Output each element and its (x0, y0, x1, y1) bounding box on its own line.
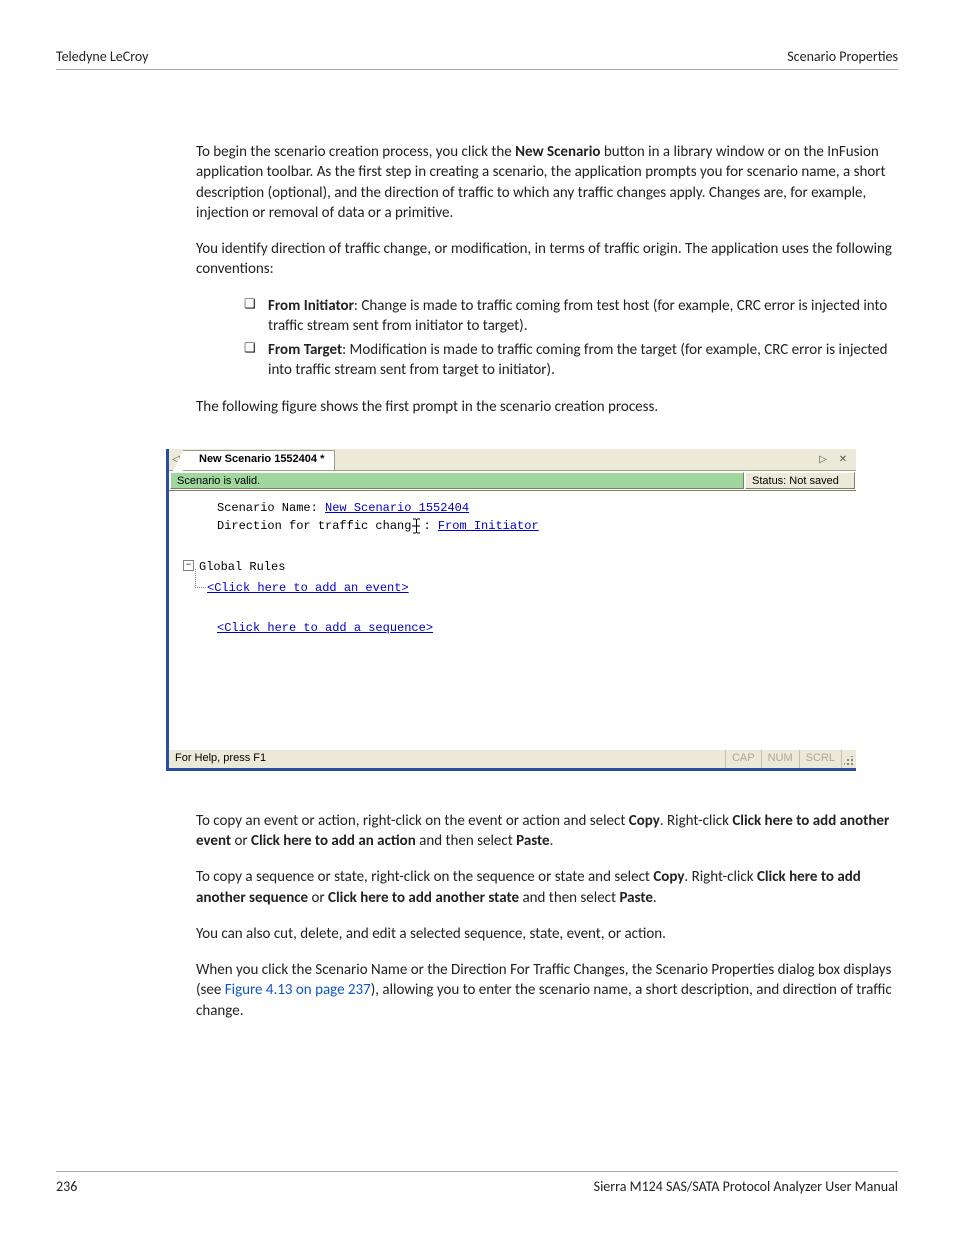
tab-bar: ◁ New Scenario 1552404 * ▷ ✕ (169, 449, 856, 471)
text-bold: Click here to add another state (328, 889, 519, 907)
header-right: Scenario Properties (787, 48, 898, 65)
text: To begin the scenario creation process, … (196, 143, 515, 161)
text-cursor-icon (411, 519, 423, 533)
paragraph: You can also cut, delete, and edit a sel… (196, 924, 898, 944)
bullet-list: From Initiator: Change is made to traffi… (196, 296, 898, 381)
text: : Change is made to traffic coming from … (268, 297, 887, 335)
text-bold: Paste (619, 889, 652, 907)
text-bold: New Scenario (515, 143, 600, 161)
validity-status: Scenario is valid. (170, 472, 744, 489)
body-column: To copy an event or action, right-click … (196, 811, 898, 1021)
text-bold: From Target (268, 341, 342, 359)
app-window: ◁ New Scenario 1552404 * ▷ ✕ Scenario is… (166, 449, 856, 771)
paragraph: When you click the Scenario Name or the … (196, 960, 898, 1021)
header-left: Teledyne LeCroy (56, 48, 149, 65)
manual-page: Teledyne LeCroy Scenario Properties To b… (0, 0, 954, 1235)
text: or (231, 832, 251, 850)
scroll-indicator: SCRL (800, 750, 842, 768)
paragraph: To copy an event or action, right-click … (196, 811, 898, 852)
paragraph: The following figure shows the first pro… (196, 397, 898, 417)
figure-cross-reference[interactable]: Figure 4.13 on page 237 (225, 981, 371, 999)
direction-label: Direction for traffic chang (217, 519, 411, 533)
num-indicator: NUM (762, 750, 800, 768)
status-row: Scenario is valid. Status: Not saved (169, 471, 856, 491)
direction-label-colon: : (423, 519, 437, 533)
save-status: Status: Not saved (745, 472, 855, 489)
text: or (308, 889, 328, 907)
paragraph: To copy a sequence or state, right-click… (196, 867, 898, 908)
global-rules-node: − Global Rules <Click here to add an eve… (199, 558, 844, 597)
list-item: From Initiator: Change is made to traffi… (268, 296, 898, 337)
text: . (653, 889, 657, 907)
scenario-editor: Scenario Name: New Scenario 1552404 Dire… (169, 491, 856, 749)
text: . Right-click (684, 868, 757, 886)
scenario-name-link[interactable]: New Scenario 1552404 (325, 501, 469, 515)
text: To copy an event or action, right-click … (196, 812, 629, 830)
body-column: To begin the scenario creation process, … (196, 142, 898, 417)
global-rules-label: Global Rules (199, 560, 285, 574)
close-icon[interactable]: ✕ (836, 454, 850, 465)
direction-link[interactable]: From Initiator (438, 519, 539, 533)
tab-scroll-right-icon[interactable]: ▷ (816, 454, 830, 465)
text: and then select (519, 889, 619, 907)
paragraph: You identify direction of traffic change… (196, 239, 898, 280)
text-bold: Copy (629, 812, 660, 830)
scenario-tab[interactable]: New Scenario 1552404 * (183, 450, 335, 470)
app-status-bar: For Help, press F1 CAP NUM SCRL (169, 749, 856, 768)
scenario-name-label: Scenario Name: (217, 501, 325, 515)
manual-title: Sierra M124 SAS/SATA Protocol Analyzer U… (594, 1178, 898, 1195)
help-hint: For Help, press F1 (169, 750, 726, 768)
resize-grip-icon[interactable] (842, 750, 856, 768)
text: . Right-click (660, 812, 733, 830)
text: and then select (416, 832, 516, 850)
add-sequence-link[interactable]: <Click here to add a sequence> (217, 621, 433, 635)
text-bold: Click here to add an action (251, 832, 416, 850)
tree-collapse-icon[interactable]: − (183, 560, 194, 571)
text-bold: Copy (653, 868, 684, 886)
list-item: From Target: Modification is made to tra… (268, 340, 898, 381)
text: : Modification is made to traffic coming… (268, 341, 887, 379)
paragraph: To begin the scenario creation process, … (196, 142, 898, 223)
tab-label: New Scenario 1552404 * (199, 453, 324, 465)
page-number: 236 (56, 1178, 77, 1195)
running-footer: 236 Sierra M124 SAS/SATA Protocol Analyz… (56, 1171, 898, 1195)
text: . (550, 832, 554, 850)
text-bold: Paste (516, 832, 549, 850)
text: To copy a sequence or state, right-click… (196, 868, 653, 886)
add-event-link[interactable]: <Click here to add an event> (207, 581, 409, 595)
text-bold: From Initiator (268, 297, 354, 315)
caps-indicator: CAP (726, 750, 762, 768)
running-header: Teledyne LeCroy Scenario Properties (56, 48, 898, 70)
